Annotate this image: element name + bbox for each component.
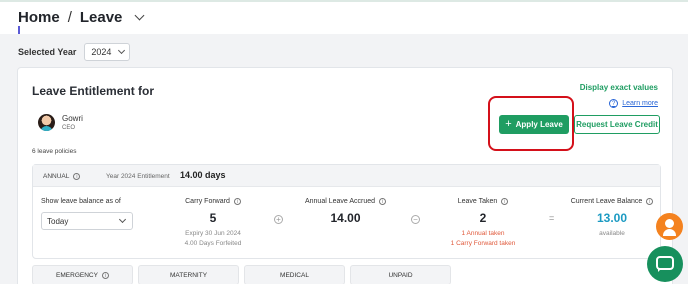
- chevron-down-icon[interactable]: [134, 10, 145, 21]
- year-value: 2024: [91, 47, 112, 57]
- minus-operator-icon: −: [411, 215, 420, 224]
- chevron-down-icon: [118, 46, 126, 55]
- policy-name-label: ANNUAL: [43, 173, 70, 180]
- info-icon[interactable]: i: [73, 173, 81, 180]
- chevron-down-icon: [118, 215, 127, 224]
- accrued-label: Annual Leave Accrued: [304, 198, 376, 205]
- user-support-icon[interactable]: [656, 213, 683, 240]
- carry-forward-forfeited: 4.00 Days Forfeited: [184, 240, 242, 247]
- breadcrumb: Home / Leave: [18, 9, 145, 26]
- policy-header: ANNUAL i Year 2024 Entitlement 14.00 day…: [33, 165, 660, 187]
- highlight-box: [488, 96, 574, 151]
- policy-name: ANNUAL i: [43, 173, 81, 180]
- year-select[interactable]: 2024: [84, 43, 131, 61]
- accrued-value: 14.00: [330, 211, 361, 225]
- info-icon[interactable]: i: [233, 198, 241, 205]
- leave-taken-label: Leave Taken: [457, 198, 498, 205]
- leave-entitlement-card: Leave Entitlement for Display exact valu…: [17, 67, 673, 284]
- learn-more-link[interactable]: ? Learn more: [609, 99, 658, 108]
- tab-emergency[interactable]: EMERGENCY i: [32, 265, 133, 284]
- plus-operator-icon: +: [274, 215, 283, 224]
- info-icon: i: [101, 271, 109, 279]
- tab-medical[interactable]: MEDICAL: [244, 265, 345, 284]
- request-leave-credit-button[interactable]: Request Leave Credit: [574, 115, 660, 134]
- year-filter: Selected Year 2024: [18, 43, 131, 61]
- card-title: Leave Entitlement for: [32, 84, 155, 98]
- entitlement-value: 14.00 days: [180, 170, 226, 180]
- breadcrumb-current: Leave: [79, 9, 123, 26]
- employee-role: CEO: [62, 125, 76, 131]
- leave-taken-column: Leave Taken i 2 1 Annual taken 1 Carry Fo…: [433, 198, 533, 249]
- tab-label: MATERNITY: [169, 271, 208, 279]
- tab-label: UNPAID: [388, 271, 413, 279]
- current-balance-sub: available: [599, 230, 625, 237]
- policies-count: 6 leave policies: [32, 148, 77, 155]
- chat-bubble-tail: [658, 268, 662, 272]
- breadcrumb-separator: /: [67, 9, 72, 26]
- info-icon[interactable]: i: [501, 198, 509, 205]
- carry-forward-column: Carry Forward i 5 Expiry 30 Jun 2024 4.00…: [168, 198, 258, 249]
- employee-name: Gowri: [62, 114, 83, 123]
- help-icon: ?: [609, 99, 619, 108]
- carry-forward-label: Carry Forward: [185, 198, 230, 205]
- tab-maternity[interactable]: MATERNITY: [138, 265, 239, 284]
- accrued-column: Annual Leave Accrued i 14.00: [288, 198, 403, 225]
- chat-icon[interactable]: [647, 246, 683, 282]
- current-balance-label: Current Leave Balance: [570, 198, 643, 205]
- equals-operator: =: [549, 213, 555, 223]
- info-icon[interactable]: i: [646, 198, 654, 205]
- balance-as-of-label: Show leave balance as of: [41, 198, 121, 205]
- balance-date-value: Today: [47, 216, 69, 226]
- avatar: [38, 114, 55, 131]
- carry-forward-expiry: Expiry 30 Jun 2024: [185, 230, 241, 237]
- carry-forward-value: 5: [209, 211, 217, 225]
- balance-date-select[interactable]: Today: [41, 212, 133, 230]
- info-icon[interactable]: i: [379, 198, 387, 205]
- current-balance-value: 13.00: [596, 211, 628, 225]
- top-bar: Home / Leave: [0, 0, 688, 34]
- leave-taken-value: 2: [479, 211, 487, 225]
- year-label: Selected Year: [18, 47, 77, 57]
- policy-panel: ANNUAL i Year 2024 Entitlement 14.00 day…: [32, 164, 661, 259]
- carry-forward-taken: 1 Carry Forward taken: [450, 240, 516, 247]
- policy-tabs: EMERGENCY i MATERNITY MEDICAL UNPAID: [32, 265, 451, 284]
- current-balance-column: Current Leave Balance i 13.00 available: [563, 198, 661, 239]
- display-exact-values-link[interactable]: Display exact values: [580, 83, 658, 92]
- tab-label: EMERGENCY: [56, 271, 98, 279]
- breadcrumb-home[interactable]: Home: [18, 9, 60, 26]
- entitlement-label: Year 2024 Entitlement: [106, 173, 170, 180]
- annual-taken: 1 Annual taken: [461, 230, 505, 237]
- tab-unpaid[interactable]: UNPAID: [350, 265, 451, 284]
- tab-label: MEDICAL: [280, 271, 309, 279]
- accent-line: [18, 26, 20, 34]
- learn-more-label: Learn more: [622, 100, 658, 107]
